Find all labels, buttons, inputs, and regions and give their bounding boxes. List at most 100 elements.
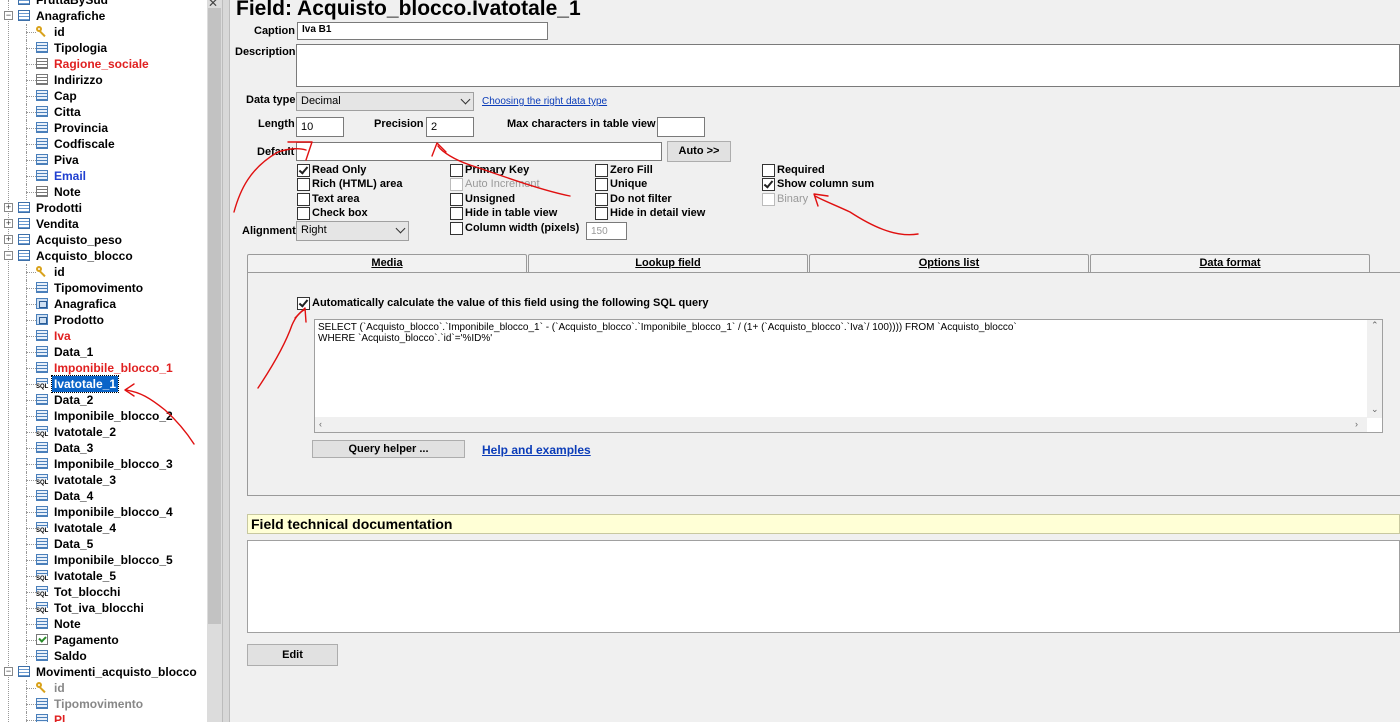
column-width-input[interactable]: 150 (586, 222, 627, 240)
chevron-down-icon[interactable]: ⌄ (1371, 404, 1379, 415)
tree-item[interactable]: Anagrafica (0, 296, 207, 312)
datatype-select[interactable]: Decimal (296, 92, 474, 111)
documentation-area[interactable] (247, 540, 1400, 633)
tree-item[interactable]: FruttaBySud (0, 0, 207, 8)
tree-item[interactable]: Imponibile_blocco_1 (0, 360, 207, 376)
tree-item[interactable]: Tot_blocchi (0, 584, 207, 600)
tree-item[interactable]: Data_3 (0, 440, 207, 456)
edit-button[interactable]: Edit (247, 644, 338, 666)
maxchars-input[interactable] (657, 117, 705, 137)
query-helper-button[interactable]: Query helper ... (312, 440, 465, 458)
tree-item[interactable]: + Acquisto_peso (0, 232, 207, 248)
tree-item[interactable]: Email (0, 168, 207, 184)
collapse-icon[interactable]: − (4, 251, 13, 260)
tree-item[interactable]: Cap (0, 88, 207, 104)
tree-item[interactable]: Ivatotale_1 (0, 375, 207, 393)
tree-connector (26, 168, 27, 184)
tree-item[interactable]: Ivatotale_3 (0, 472, 207, 488)
tree-item[interactable]: id (0, 680, 207, 696)
expand-icon[interactable]: + (4, 219, 13, 228)
tree-item[interactable]: − Movimenti_acquisto_blocco (0, 664, 207, 680)
tree-item[interactable]: Tipomovimento (0, 280, 207, 296)
tree-item[interactable]: id (0, 264, 207, 280)
sql-horizontal-scrollbar[interactable]: ‹ › (315, 417, 1367, 432)
length-input[interactable]: 10 (296, 117, 344, 137)
tree-item[interactable]: Ivatotale_4 (0, 520, 207, 536)
tree-item[interactable]: Ragione_sociale (0, 56, 207, 72)
tree-item[interactable]: Data_5 (0, 536, 207, 552)
tree-item[interactable]: Tipologia (0, 40, 207, 56)
collapse-icon[interactable]: − (4, 667, 13, 676)
alignment-select[interactable]: Right (296, 221, 409, 241)
tree-item[interactable]: Data_1 (0, 344, 207, 360)
tree-item-label: id (54, 25, 65, 39)
description-input[interactable] (296, 44, 1400, 87)
tree-item[interactable]: Data_2 (0, 392, 207, 408)
sql-vertical-scrollbar[interactable]: ⌃ ⌄ (1367, 320, 1382, 418)
check-icon (36, 634, 48, 645)
tree-item[interactable]: Imponibile_blocco_3 (0, 456, 207, 472)
collapse-icon[interactable]: − (4, 11, 13, 20)
tree-scrollbar-thumb[interactable] (208, 8, 221, 624)
tree-item[interactable]: Note (0, 184, 207, 200)
table-icon (18, 666, 30, 677)
panel-splitter[interactable] (222, 0, 230, 722)
tree-item[interactable]: id (0, 24, 207, 40)
help-examples-link[interactable]: Help and examples (482, 443, 591, 457)
tree-item[interactable]: Ivatotale_2 (0, 424, 207, 440)
sql-icon (36, 602, 49, 614)
tree-item[interactable]: − Acquisto_blocco (0, 248, 207, 264)
datatype-help-link[interactable]: Choosing the right data type (482, 96, 607, 107)
auto-button[interactable]: Auto >> (667, 141, 731, 162)
tree-item[interactable]: Pl (0, 712, 207, 722)
field-tree[interactable]: FruttaBySud − Anagrafiche id Tipologia Ragion… (0, 0, 207, 722)
tree-item[interactable]: Tot_iva_blocchi (0, 600, 207, 616)
tree-item[interactable]: − Anagrafiche (0, 8, 207, 24)
close-icon[interactable]: ✕ (208, 0, 218, 10)
tree-item-label: Tipomovimento (54, 697, 144, 711)
expand-icon[interactable]: + (4, 235, 13, 244)
default-input[interactable] (296, 142, 662, 161)
tree-item[interactable]: Piva (0, 152, 207, 168)
chevron-left-icon[interactable]: ‹ (319, 419, 322, 430)
tree-item[interactable]: Indirizzo (0, 72, 207, 88)
tree-item[interactable]: Prodotto (0, 312, 207, 328)
tab-data-format[interactable]: Data format (1090, 254, 1370, 272)
tab-media[interactable]: Media (247, 254, 527, 272)
tree-item[interactable]: Provincia (0, 120, 207, 136)
tree-scrollbar[interactable] (207, 0, 222, 722)
tree-item[interactable]: Imponibile_blocco_2 (0, 408, 207, 424)
tree-connector (26, 344, 27, 360)
tree-item[interactable]: Imponibile_blocco_5 (0, 552, 207, 568)
tree-item[interactable]: + Vendita (0, 216, 207, 232)
chevron-right-icon[interactable]: › (1355, 419, 1358, 430)
tree-item[interactable]: Imponibile_blocco_4 (0, 504, 207, 520)
page-title: Field: Acquisto_blocco.Ivatotale_1 (236, 0, 581, 20)
tree-item-label: Imponibile_blocco_1 (54, 361, 173, 375)
precision-input[interactable]: 2 (426, 117, 474, 137)
caption-input[interactable]: Iva B1 (297, 22, 548, 40)
tab-options-list[interactable]: Options list (809, 254, 1089, 272)
tree-item[interactable]: Ivatotale_5 (0, 568, 207, 584)
tree-item[interactable]: Saldo (0, 648, 207, 664)
tree-item[interactable]: Pagamento (0, 632, 207, 648)
tree-item[interactable]: Citta (0, 104, 207, 120)
expand-icon[interactable]: + (4, 203, 13, 212)
tree-connector (26, 520, 27, 536)
field-icon (36, 106, 48, 117)
tree-connector (26, 368, 36, 369)
tree-item-label: Saldo (54, 649, 87, 663)
tree-item[interactable]: Tipomovimento (0, 696, 207, 712)
field-icon (36, 170, 48, 181)
chevron-up-icon[interactable]: ⌃ (1371, 320, 1379, 331)
tree-item[interactable]: + Prodotti (0, 200, 207, 216)
tree-item[interactable]: Iva (0, 328, 207, 344)
sql-query-textarea[interactable]: SELECT (`Acquisto_blocco`.`Imponibile_bl… (314, 319, 1383, 433)
tab-lookup-field[interactable]: Lookup field (528, 254, 808, 272)
tree-item[interactable]: Data_4 (0, 488, 207, 504)
tree-item[interactable]: Codfiscale (0, 136, 207, 152)
tree-connector (26, 328, 27, 344)
key-icon (36, 26, 48, 38)
tree-connector (26, 184, 27, 200)
tree-item[interactable]: Note (0, 616, 207, 632)
